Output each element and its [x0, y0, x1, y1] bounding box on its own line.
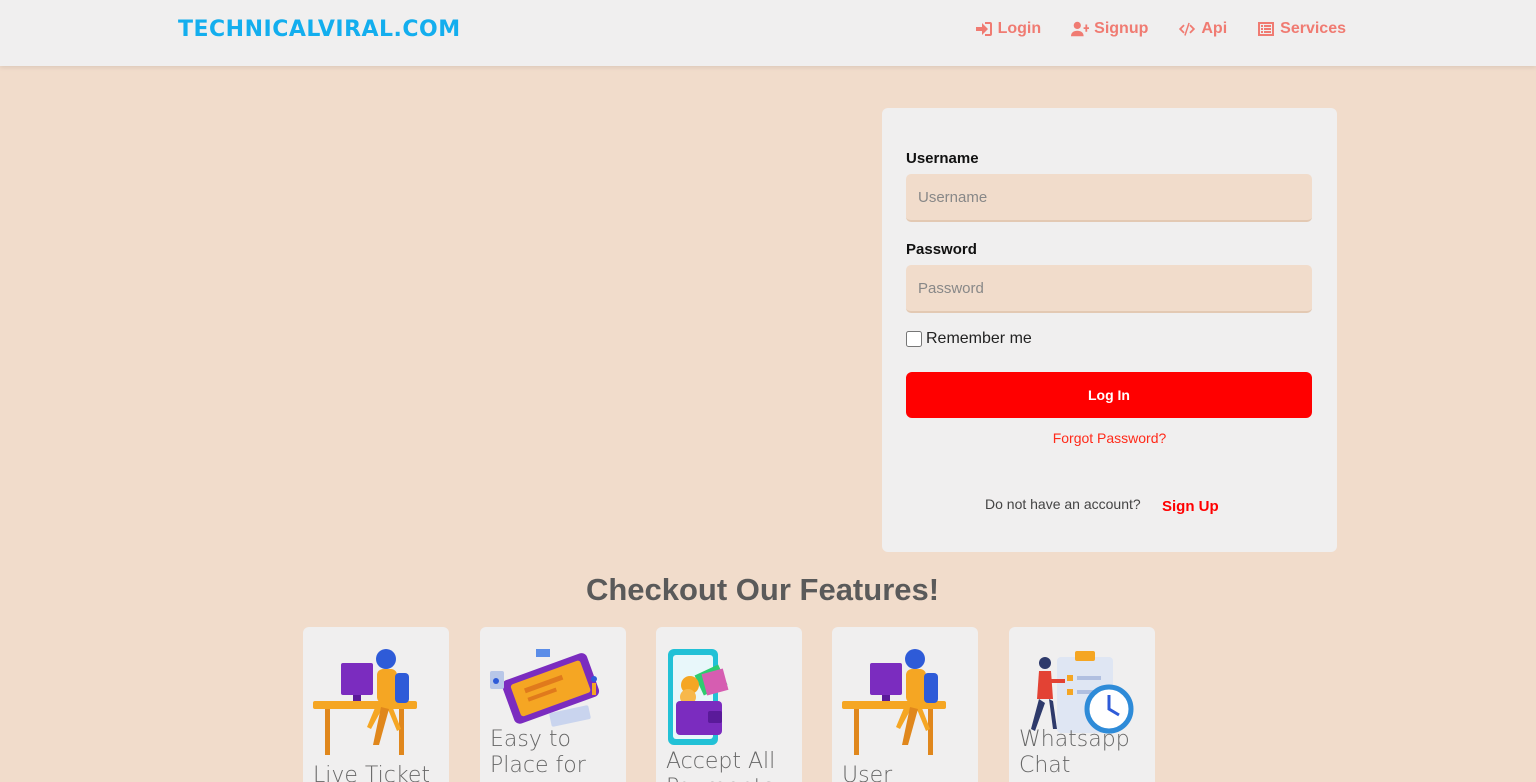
- code-icon: [1179, 22, 1196, 36]
- login-button[interactable]: Log In: [906, 372, 1312, 418]
- username-input[interactable]: [906, 174, 1312, 222]
- nav-api-label: Api: [1201, 20, 1228, 37]
- nav-signup-label: Signup: [1094, 20, 1149, 37]
- wallet-payment-illustration-icon: [668, 649, 729, 745]
- remember-label: Remember me: [926, 330, 1032, 347]
- nav-menu: Login Signup Api Services: [975, 20, 1346, 38]
- feature-title: Accept All Payments: [666, 749, 776, 782]
- desk-woman-illustration-icon: [313, 649, 417, 755]
- feature-card-easy-place[interactable]: Easy to Place for: [480, 627, 626, 782]
- nav-services[interactable]: Services: [1257, 20, 1346, 38]
- feature-title: Live Ticket: [313, 763, 431, 782]
- nav-api[interactable]: Api: [1178, 20, 1227, 38]
- password-label: Password: [906, 241, 977, 258]
- remember-checkbox[interactable]: [906, 331, 922, 347]
- sign-in-icon: [975, 22, 992, 36]
- nav-signup[interactable]: Signup: [1071, 20, 1148, 38]
- feature-card-accept-payments[interactable]: Accept All Payments: [656, 627, 802, 782]
- feature-title: Easy to Place for: [490, 727, 586, 778]
- feature-title: Whatsapp Chat: [1019, 727, 1130, 778]
- remember-me: Remember me: [906, 330, 1032, 348]
- feature-card-user[interactable]: User: [832, 627, 978, 782]
- feature-card-whatsapp-chat[interactable]: Whatsapp Chat: [1009, 627, 1155, 782]
- username-label: Username: [906, 150, 979, 167]
- login-card: Username Password Remember me Log In For…: [882, 108, 1337, 552]
- list-alt-icon: [1258, 22, 1275, 36]
- features-title: Checkout Our Features!: [585, 572, 940, 607]
- forgot-password-link[interactable]: Forgot Password?: [882, 430, 1337, 446]
- password-input[interactable]: [906, 265, 1312, 313]
- brand-logo[interactable]: TECHNICALVIRAL.COM: [178, 17, 461, 42]
- nav-login[interactable]: Login: [975, 20, 1042, 38]
- nav-services-label: Services: [1280, 20, 1346, 37]
- feature-title: User: [842, 763, 893, 782]
- nav-login-label: Login: [997, 20, 1042, 37]
- signup-link[interactable]: Sign Up: [1162, 498, 1219, 515]
- desk-woman-illustration-icon: [842, 649, 946, 755]
- feature-card-live-ticket[interactable]: Live Ticket: [303, 627, 449, 782]
- no-account-text: Do not have an account?: [985, 496, 1141, 512]
- user-plus-icon: [1071, 21, 1090, 37]
- navbar: TECHNICALVIRAL.COM Login Signup Api Serv…: [0, 0, 1536, 66]
